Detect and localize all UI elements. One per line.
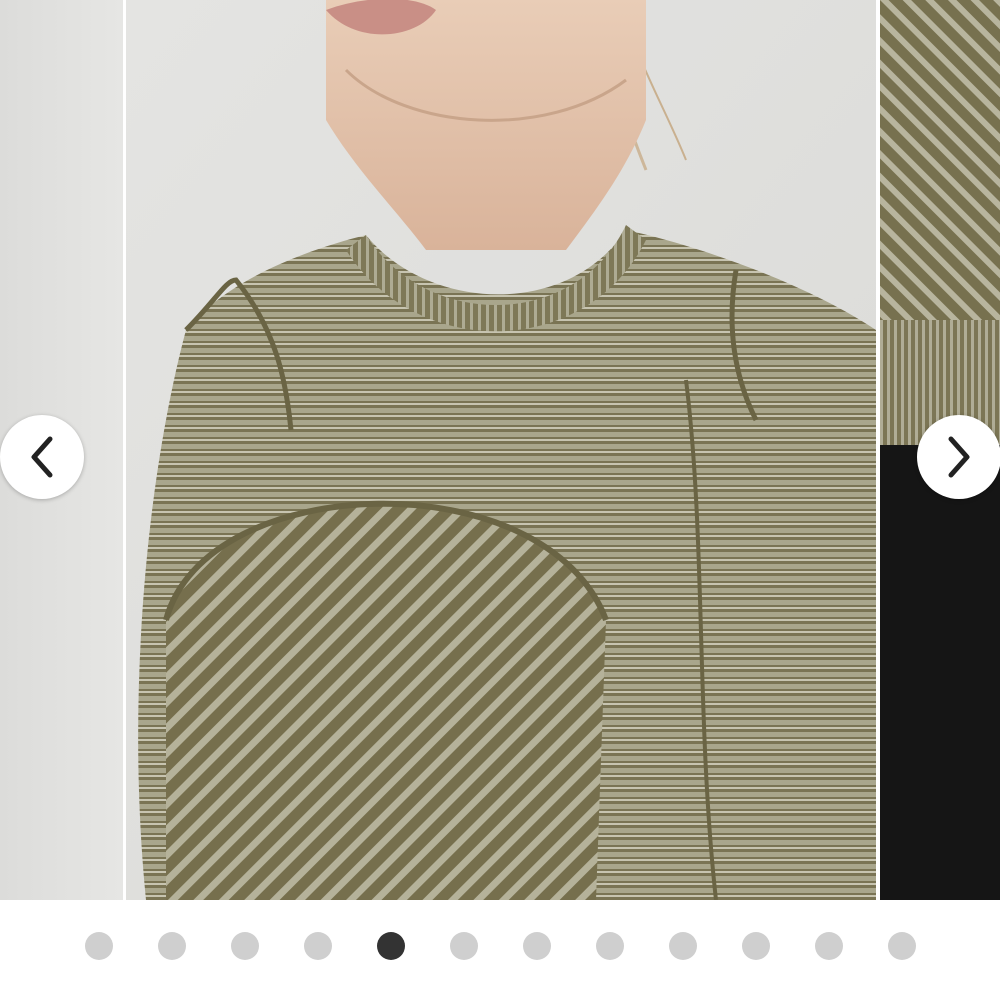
previous-slide-button[interactable] (0, 415, 84, 499)
pagination-dot-7[interactable] (523, 932, 551, 960)
pagination-dot-4[interactable] (304, 932, 332, 960)
chevron-left-icon (31, 436, 53, 478)
pagination-dot-9[interactable] (669, 932, 697, 960)
next-slide-button[interactable] (917, 415, 1000, 499)
pagination-dot-11[interactable] (815, 932, 843, 960)
pagination-dot-12[interactable] (888, 932, 916, 960)
pagination-dots (0, 900, 1000, 1000)
pagination-dot-6[interactable] (450, 932, 478, 960)
pagination-dot-5[interactable] (377, 932, 405, 960)
image-carousel (0, 0, 1000, 1000)
pagination-dot-3[interactable] (231, 932, 259, 960)
pagination-dot-2[interactable] (158, 932, 186, 960)
pagination-dot-1[interactable] (85, 932, 113, 960)
pagination-dot-10[interactable] (742, 932, 770, 960)
pagination-dot-8[interactable] (596, 932, 624, 960)
slide-current[interactable] (126, 0, 876, 900)
chevron-right-icon (948, 436, 970, 478)
product-photo (126, 0, 876, 900)
carousel-track (0, 0, 1000, 900)
